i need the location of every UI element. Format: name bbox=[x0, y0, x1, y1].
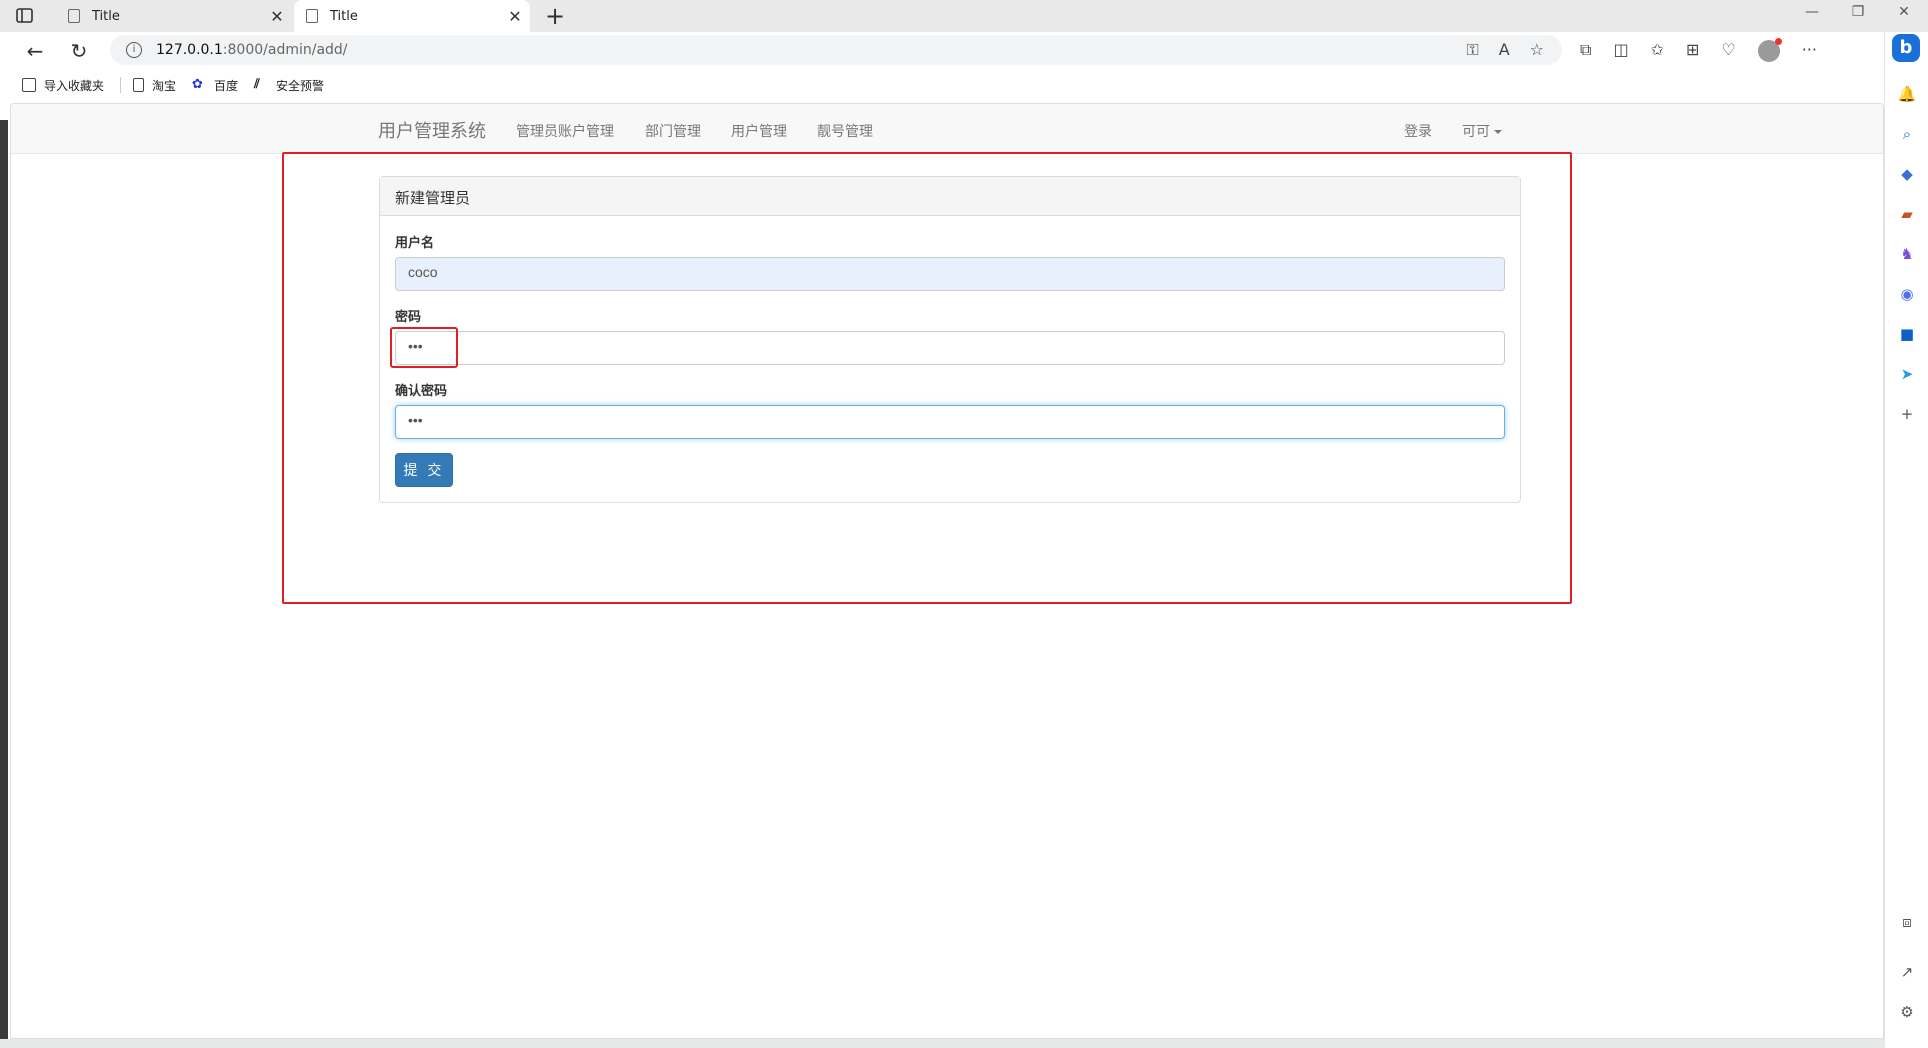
split-screen-icon[interactable]: ◫ bbox=[1613, 40, 1628, 62]
read-aloud-icon[interactable]: A bbox=[1499, 40, 1510, 60]
favorites-icon[interactable]: ✩ bbox=[1651, 40, 1664, 62]
copilot-icon[interactable]: ◉ bbox=[1897, 284, 1917, 304]
bookmark-label: 安全预警 bbox=[276, 78, 325, 93]
tab-strip: Title ✕ Title ✕ + — ❐ ✕ bbox=[0, 0, 1928, 32]
nav-pretty-numbers[interactable]: 靓号管理 bbox=[817, 121, 873, 141]
bing-icon[interactable]: b bbox=[1892, 34, 1920, 62]
notification-bell-icon[interactable]: 🔔 bbox=[1897, 84, 1917, 104]
screenshot-icon[interactable]: ⧈ bbox=[1897, 912, 1917, 932]
nav-users[interactable]: 用户管理 bbox=[731, 121, 787, 141]
create-admin-panel: 新建管理员 用户名 coco 密码 ••• 确认密码 ••• 提 交 bbox=[379, 176, 1521, 503]
window-edge bbox=[0, 120, 8, 1048]
user-menu-dropdown[interactable]: 可可 bbox=[1462, 121, 1502, 141]
minimize-icon[interactable]: — bbox=[1792, 4, 1832, 20]
bookmarks-bar: 导入收藏夹 淘宝 ✿ 百度 ⫽ 安全预警 bbox=[0, 72, 1880, 98]
annotation-box-small bbox=[390, 327, 458, 368]
bookmark-import[interactable]: 导入收藏夹 bbox=[22, 77, 104, 94]
password-input[interactable]: ••• bbox=[395, 331, 1505, 365]
password-label: 密码 bbox=[395, 309, 422, 324]
baidu-paw-icon: ✿ bbox=[192, 77, 203, 92]
username-label: 用户名 bbox=[395, 235, 435, 250]
username-group: 用户名 coco bbox=[395, 232, 1505, 291]
bookmark-taobao[interactable]: 淘宝 bbox=[133, 77, 176, 94]
address-bar-row: ← ↻ i 127.0.0.1:8000/admin/add/ ⚿ A ☆ ⧉ … bbox=[0, 32, 1928, 68]
close-window-icon[interactable]: ✕ bbox=[1884, 4, 1924, 20]
outlook-icon[interactable]: ■ bbox=[1897, 324, 1917, 344]
bookmark-label: 导入收藏夹 bbox=[44, 78, 105, 93]
extensions-icon[interactable]: ⧉ bbox=[1580, 40, 1591, 62]
nav-login[interactable]: 登录 bbox=[1404, 121, 1432, 141]
taskbar-edge bbox=[0, 1039, 1884, 1048]
browser-tab-active[interactable]: Title ✕ bbox=[294, 0, 530, 32]
user-menu-label: 可可 bbox=[1462, 123, 1490, 139]
restore-icon[interactable]: ❐ bbox=[1838, 4, 1878, 20]
refresh-icon[interactable]: ↻ bbox=[66, 38, 92, 64]
nav-departments[interactable]: 部门管理 bbox=[645, 121, 701, 141]
send-icon[interactable]: ➤ bbox=[1897, 364, 1917, 384]
bookmark-baidu[interactable]: ✿ 百度 bbox=[192, 77, 238, 94]
confirm-password-label: 确认密码 bbox=[395, 383, 448, 398]
search-icon[interactable]: ⌕ bbox=[1897, 124, 1917, 144]
tab-title: Title bbox=[330, 8, 358, 24]
back-icon[interactable]: ← bbox=[22, 38, 48, 64]
close-tab-icon[interactable]: ✕ bbox=[500, 7, 530, 26]
bookmark-separator bbox=[120, 77, 122, 93]
new-tab-icon[interactable]: + bbox=[540, 2, 570, 30]
bookmark-security[interactable]: ⫽ 安全预警 bbox=[254, 77, 324, 94]
confirm-password-input[interactable]: ••• bbox=[395, 405, 1505, 439]
password-group: 密码 ••• bbox=[395, 306, 1505, 365]
nav-admin-accounts[interactable]: 管理员账户管理 bbox=[516, 121, 614, 141]
bookmark-label: 淘宝 bbox=[152, 78, 177, 93]
panel-title: 新建管理员 bbox=[380, 177, 1520, 216]
tab-title: Title bbox=[92, 8, 120, 24]
games-icon[interactable]: ♞ bbox=[1897, 244, 1917, 264]
confirm-password-group: 确认密码 ••• bbox=[395, 380, 1505, 439]
page-icon bbox=[133, 78, 145, 92]
url-path: :8000/admin/add/ bbox=[222, 42, 348, 58]
username-input[interactable]: coco bbox=[395, 257, 1505, 291]
url-host: 127.0.0.1 bbox=[156, 42, 223, 58]
password-key-icon[interactable]: ⚿ bbox=[1467, 40, 1479, 60]
tools-icon[interactable]: ▰ bbox=[1897, 204, 1917, 224]
site-info-icon[interactable]: i bbox=[126, 42, 142, 58]
url-input[interactable]: i 127.0.0.1:8000/admin/add/ ⚿ A ☆ bbox=[110, 35, 1562, 65]
site-brand[interactable]: 用户管理系统 bbox=[378, 117, 486, 143]
close-tab-icon[interactable]: ✕ bbox=[262, 7, 292, 26]
external-link-icon[interactable]: ↗ bbox=[1897, 962, 1917, 982]
favorite-star-icon[interactable]: ☆ bbox=[1530, 40, 1544, 60]
tab-actions-icon[interactable] bbox=[14, 6, 36, 26]
submit-button[interactable]: 提 交 bbox=[395, 453, 453, 487]
security-icon: ⫽ bbox=[254, 77, 260, 92]
add-icon[interactable]: + bbox=[1897, 404, 1917, 424]
settings-gear-icon[interactable]: ⚙ bbox=[1897, 1002, 1917, 1022]
page-icon bbox=[68, 9, 80, 23]
browser-essentials-icon[interactable]: ♡ bbox=[1721, 40, 1735, 62]
edge-sidebar: 🔔 ⌕ ◆ ▰ ♞ ◉ ■ ➤ + ⧈ ↗ ⚙ bbox=[1884, 32, 1928, 1048]
import-icon bbox=[22, 78, 36, 92]
page-viewport: 用户管理系统 管理员账户管理 部门管理 用户管理 靓号管理 登录 可可 新建管理… bbox=[10, 103, 1884, 1039]
site-navbar: 用户管理系统 管理员账户管理 部门管理 用户管理 靓号管理 登录 可可 bbox=[11, 104, 1883, 154]
page-icon bbox=[306, 9, 318, 23]
chevron-down-icon bbox=[1494, 130, 1502, 135]
bookmark-label: 百度 bbox=[214, 78, 239, 93]
collections-icon[interactable]: ⊞ bbox=[1686, 40, 1699, 62]
browser-tab[interactable]: Title ✕ bbox=[56, 0, 292, 32]
profile-avatar[interactable] bbox=[1757, 38, 1782, 62]
more-menu-icon[interactable]: ··· bbox=[1802, 40, 1817, 62]
shopping-tag-icon[interactable]: ◆ bbox=[1897, 164, 1917, 184]
